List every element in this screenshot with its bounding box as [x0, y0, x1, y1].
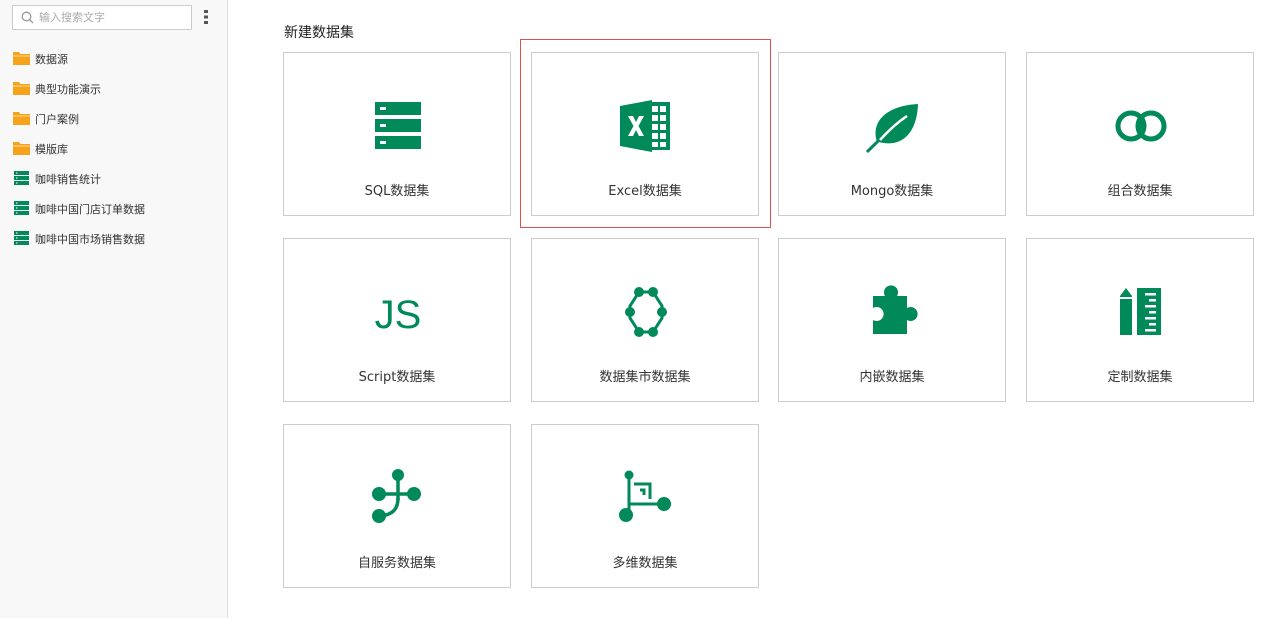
card-self-service-dataset[interactable]: 自服务数据集 — [283, 424, 511, 588]
search-icon — [21, 11, 34, 24]
dataset-icon — [14, 231, 29, 245]
folder-icon — [13, 52, 30, 65]
folder-icon — [13, 82, 30, 95]
database-icon — [375, 102, 421, 149]
leaf-icon — [865, 104, 918, 154]
excel-icon — [620, 100, 670, 152]
folder-icon — [13, 112, 30, 125]
tree-item-label: 模版库 — [35, 143, 68, 156]
tree-item-coffee-store-orders[interactable]: 咖啡中国门店订单数据 — [0, 193, 228, 223]
js-icon: JS — [375, 293, 422, 337]
tree-item-label: 典型功能演示 — [35, 83, 101, 96]
card-label: 定制数据集 — [1107, 370, 1173, 385]
card-label: 组合数据集 — [1107, 184, 1173, 199]
network-icon — [625, 287, 667, 337]
tree-item-label: 咖啡中国市场销售数据 — [35, 233, 145, 246]
tree-item-portal-cases[interactable]: 门户案例 — [0, 103, 228, 133]
tree-item-datasource[interactable]: 数据源 — [0, 43, 228, 73]
card-mongo-dataset[interactable]: Mongo数据集 — [778, 52, 1006, 216]
vertical-menu-icon[interactable] — [202, 10, 210, 24]
tree-item-coffee-market-sales[interactable]: 咖啡中国市场销售数据 — [0, 223, 228, 253]
resource-tree: 数据源 典型功能演示 门户案例 模版库 咖啡销售统计 咖啡中国门店订单数据 咖啡… — [0, 43, 228, 253]
page-title: 新建数据集 — [284, 25, 354, 41]
card-label: Mongo数据集 — [850, 184, 934, 199]
dataset-icon — [14, 201, 29, 215]
tree-item-coffee-sales[interactable]: 咖啡销售统计 — [0, 163, 228, 193]
card-label: 自服务数据集 — [357, 556, 436, 571]
card-label: 数据集市数据集 — [599, 370, 691, 385]
card-label: 多维数据集 — [612, 556, 678, 571]
card-label: Script数据集 — [358, 370, 436, 385]
card-multidimensional-dataset[interactable]: 多维数据集 — [531, 424, 759, 588]
card-sql-dataset[interactable]: SQL数据集 — [283, 52, 511, 216]
custom-icon — [1120, 288, 1161, 335]
tree-item-feature-demo[interactable]: 典型功能演示 — [0, 73, 228, 103]
card-combined-dataset[interactable]: 组合数据集 — [1026, 52, 1254, 216]
dataset-icon — [14, 171, 29, 185]
search-input[interactable] — [39, 8, 187, 27]
sidebar: 数据源 典型功能演示 门户案例 模版库 咖啡销售统计 — [0, 0, 228, 618]
card-excel-dataset[interactable]: Excel数据集 — [531, 52, 759, 216]
card-script-dataset[interactable]: JS Script数据集 — [283, 238, 511, 402]
card-label: 内嵌数据集 — [859, 370, 925, 385]
search-box[interactable] — [12, 5, 192, 30]
main-panel: 新建数据集 SQL数据集 Excel数据集 Mongo数据集 组合数据集 JS … — [229, 0, 1267, 618]
card-label: SQL数据集 — [364, 184, 430, 199]
card-label: Excel数据集 — [608, 184, 682, 199]
combine-icon — [1115, 110, 1167, 142]
tree-item-label: 门户案例 — [35, 113, 79, 126]
tree-item-label: 数据源 — [35, 53, 68, 66]
folder-icon — [13, 142, 30, 155]
puzzle-icon — [873, 285, 918, 334]
self-service-icon — [372, 469, 421, 523]
tree-item-template-library[interactable]: 模版库 — [0, 133, 228, 163]
card-embedded-dataset[interactable]: 内嵌数据集 — [778, 238, 1006, 402]
svg-text:JS: JS — [375, 293, 422, 337]
cube-icon — [619, 470, 671, 522]
tree-item-label: 咖啡销售统计 — [35, 173, 101, 186]
card-data-mart-dataset[interactable]: 数据集市数据集 — [531, 238, 759, 402]
card-custom-dataset[interactable]: 定制数据集 — [1026, 238, 1254, 402]
tree-item-label: 咖啡中国门店订单数据 — [35, 203, 145, 216]
